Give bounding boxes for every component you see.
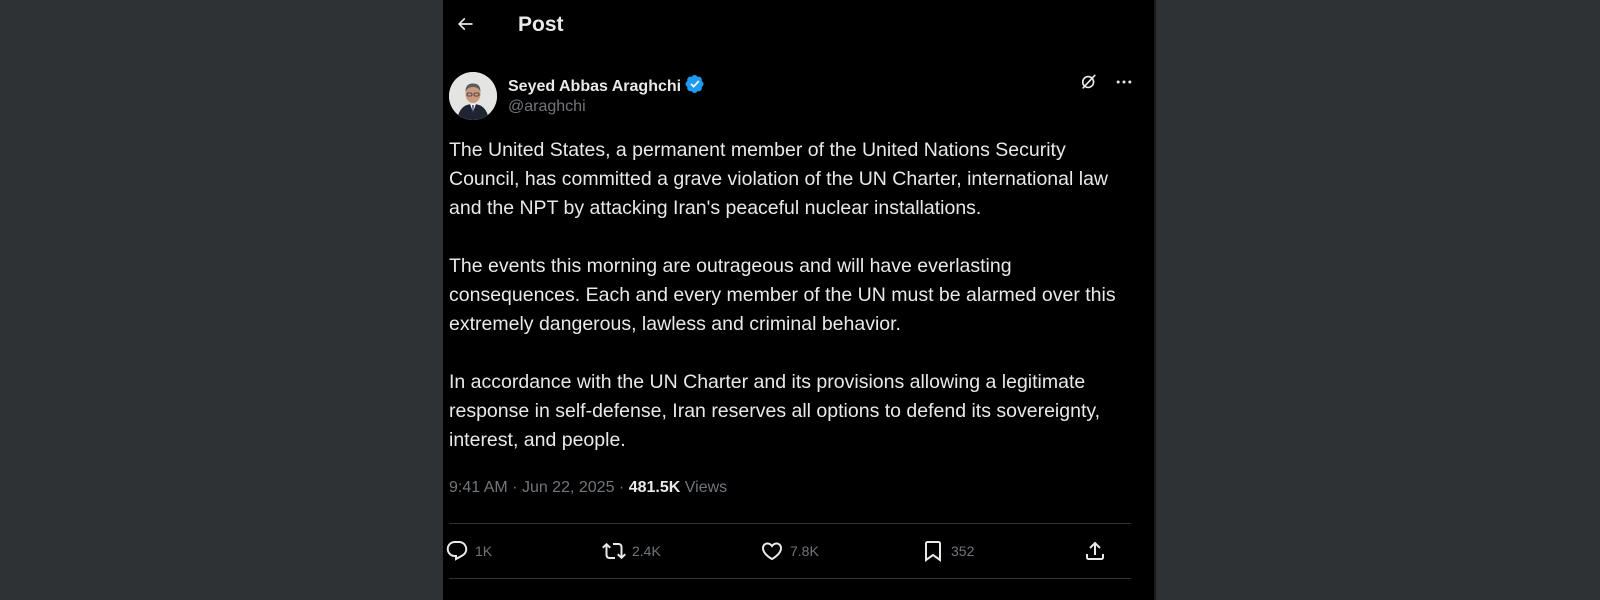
post-time[interactable]: 9:41 AM [449,479,508,496]
like-count: 7.8K [790,543,819,559]
arrow-left-icon [455,14,475,39]
post-paragraph: The United States, a permanent member of… [449,139,1108,219]
post-meta: 9:41 AM · Jun 22, 2025 · 481.5K Views [449,479,727,497]
share-icon [1083,539,1107,563]
views-label: Views [684,479,728,496]
grok-button[interactable] [1077,72,1101,96]
post-paragraph: The events this morning are outrageous a… [449,255,1116,335]
reply-icon [445,539,469,563]
bookmark-icon [921,539,945,563]
page-title: Post [518,13,564,36]
share-button[interactable] [1083,538,1107,564]
post-text: The United States, a permanent member of… [449,136,1139,484]
column-border [1154,0,1156,600]
verified-badge-icon [685,74,705,99]
more-options-button[interactable] [1112,72,1136,96]
meta-separator: · [512,479,518,496]
avatar[interactable] [449,72,497,120]
divider [449,523,1131,524]
bookmark-count: 352 [951,543,975,559]
reply-button[interactable]: 1K [445,538,492,564]
like-button[interactable]: 7.8K [760,538,819,564]
heart-icon [760,539,784,563]
bookmark-button[interactable]: 352 [921,538,974,564]
repost-count: 2.4K [632,543,661,559]
divider [449,578,1131,579]
views-count: 481.5K [628,479,681,496]
post-column: Post Seyed Abbas Araghchi @araghchi The … [443,0,1155,600]
more-horizontal-icon [1114,72,1134,97]
post-paragraph: In accordance with the UN Charter and it… [449,371,1101,451]
author-name[interactable]: Seyed Abbas Araghchi [508,74,705,99]
grok-icon [1079,72,1099,97]
meta-separator: · [618,479,625,496]
author-handle[interactable]: @araghchi [508,98,586,116]
repost-icon [602,539,626,563]
repost-button[interactable]: 2.4K [602,538,661,564]
back-button[interactable] [449,10,481,42]
top-bar: Post [443,0,1155,52]
author-name-text: Seyed Abbas Araghchi [508,77,682,95]
reply-count: 1K [475,543,493,559]
post-date[interactable]: Jun 22, 2025 [522,479,615,496]
